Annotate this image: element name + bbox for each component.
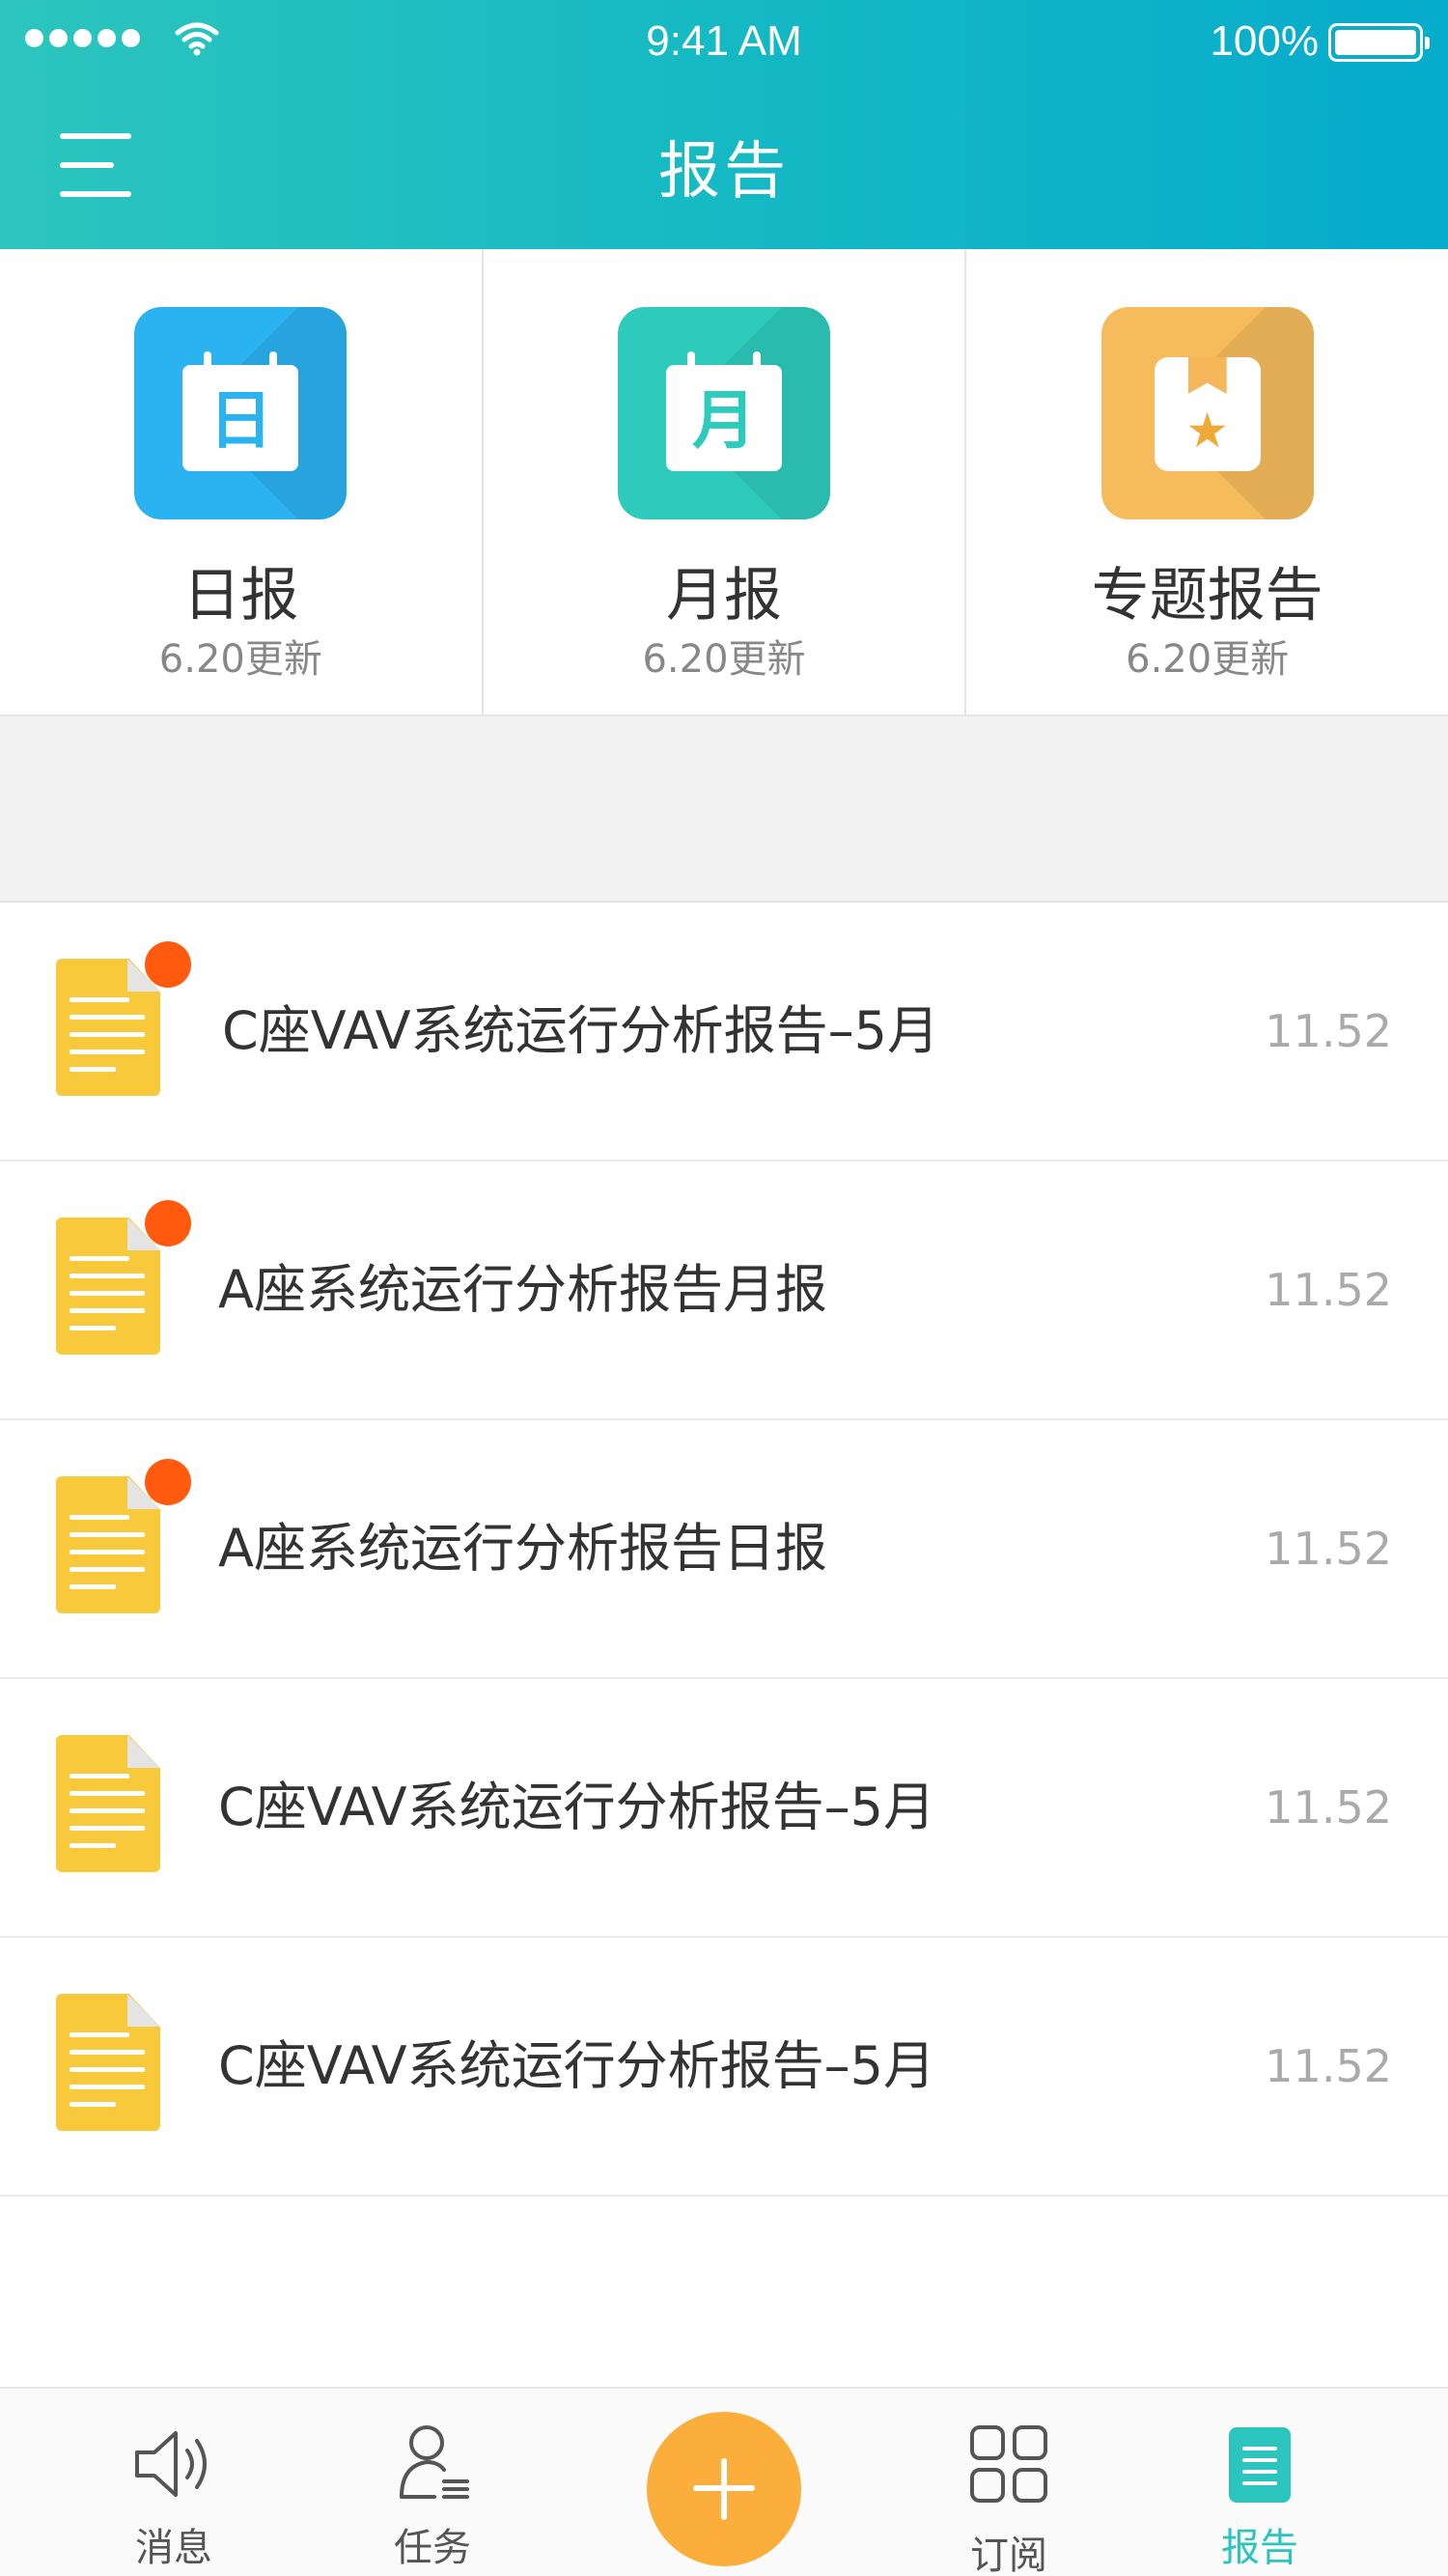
tab-tasks[interactable]: 任务 [326, 2389, 539, 2576]
category-updated: 6.20更新 [158, 637, 322, 682]
report-row[interactable]: A座系统运行分析报告日报 11.52 [0, 1420, 1448, 1679]
report-title: C座VAV系统运行分析报告–5月 [218, 1777, 935, 1837]
report-categories: 日 日报 6.20更新 月 月报 6.20更新 ★ 专题报告 6.20更新 [0, 249, 1448, 716]
unread-badge [145, 1459, 191, 1505]
report-title: C座VAV系统运行分析报告–5月 [222, 1000, 939, 1061]
status-bar: 9:41 AM 100% [0, 0, 1448, 87]
tab-subscriptions[interactable]: 订阅 [903, 2389, 1115, 2576]
category-updated: 6.20更新 [1126, 637, 1290, 682]
bottom-tab-bar: 消息 任务 订阅 报告 [0, 2387, 1448, 2576]
report-list: C座VAV系统运行分析报告–5月 11.52 A座系统运行分析报告月报 11.5… [0, 903, 1448, 2197]
unread-badge [145, 941, 191, 988]
section-divider [0, 716, 1448, 903]
category-special-report[interactable]: ★ 专题报告 6.20更新 [966, 249, 1448, 714]
category-name: 月报 [666, 562, 782, 630]
report-screen: 9:41 AM 100% 报告 日 日报 6.20更新 月 月报 6.20更新 [0, 0, 1448, 2576]
report-value: 11.52 [1265, 1781, 1392, 1834]
document-icon [56, 1735, 160, 1872]
grid-icon [970, 2425, 1047, 2503]
category-updated: 6.20更新 [642, 637, 806, 682]
speaker-icon [135, 2431, 207, 2497]
unread-badge [145, 1200, 191, 1246]
report-value: 11.52 [1265, 2040, 1392, 2092]
category-monthly-report[interactable]: 月 月报 6.20更新 [484, 249, 967, 714]
report-value: 11.52 [1265, 1523, 1392, 1575]
add-button[interactable] [647, 2412, 801, 2566]
tab-label: 报告 [1221, 2526, 1298, 2570]
document-icon [56, 1218, 160, 1355]
battery-icon [1328, 23, 1430, 62]
tab-label: 订阅 [970, 2534, 1047, 2576]
report-title: A座系统运行分析报告月报 [218, 1259, 827, 1320]
category-daily-report[interactable]: 日 日报 6.20更新 [0, 249, 484, 714]
report-row[interactable]: C座VAV系统运行分析报告–5月 11.52 [0, 903, 1448, 1162]
monthly-calendar-icon: 月 [618, 307, 830, 519]
battery-percentage: 100% [1210, 17, 1319, 65]
tab-reports[interactable]: 报告 [1154, 2389, 1366, 2576]
report-row[interactable]: C座VAV系统运行分析报告–5月 11.52 [0, 1938, 1448, 2197]
tab-messages[interactable]: 消息 [68, 2389, 280, 2576]
daily-calendar-icon: 日 [134, 307, 348, 519]
report-title: A座系统运行分析报告日报 [218, 1518, 827, 1579]
report-value: 11.52 [1265, 1005, 1392, 1057]
report-value: 11.52 [1265, 1264, 1392, 1316]
bookmark-star-icon: ★ [1100, 307, 1314, 519]
tab-label: 消息 [135, 2526, 212, 2570]
app-header: 9:41 AM 100% 报告 [0, 0, 1448, 249]
person-tasks-icon [400, 2425, 469, 2499]
document-icon [56, 1994, 160, 2131]
report-title: C座VAV系统运行分析报告–5月 [218, 2035, 935, 2096]
document-icon [56, 1476, 160, 1613]
category-name: 日报 [182, 562, 299, 630]
report-row[interactable]: A座系统运行分析报告月报 11.52 [0, 1162, 1448, 1420]
tab-label: 任务 [394, 2526, 471, 2570]
category-name: 专题报告 [1091, 562, 1323, 630]
document-icon [56, 959, 160, 1096]
report-row[interactable]: C座VAV系统运行分析报告–5月 11.52 [0, 1679, 1448, 1938]
report-icon [1229, 2427, 1291, 2503]
page-title: 报告 [658, 136, 790, 208]
